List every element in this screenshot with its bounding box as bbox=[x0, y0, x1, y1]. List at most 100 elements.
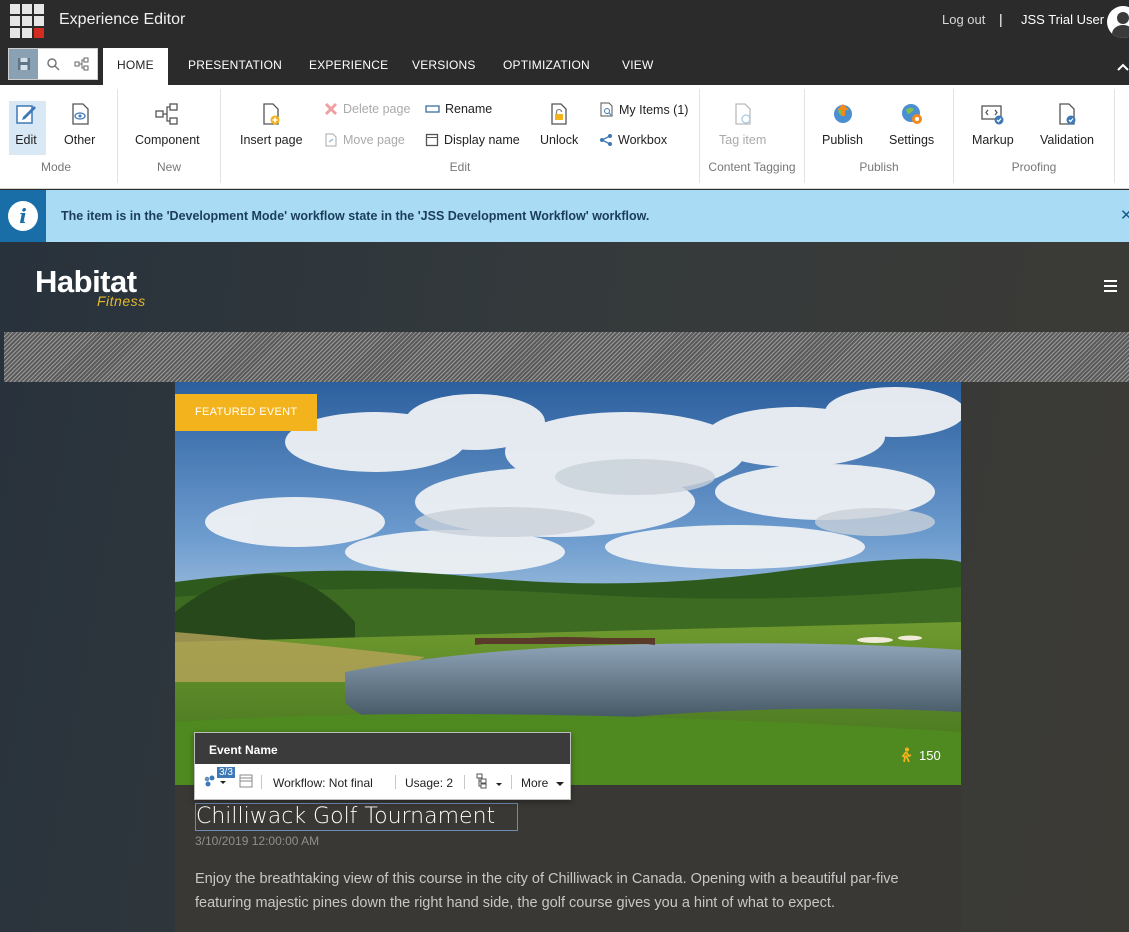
save-icon[interactable] bbox=[9, 49, 39, 79]
usage-count[interactable]: Usage: 2 bbox=[405, 776, 453, 790]
rename-label: Rename bbox=[445, 102, 493, 116]
settings-globe-icon bbox=[899, 101, 925, 127]
toolbar-divider bbox=[511, 775, 512, 789]
site-logo-subtitle: Fitness bbox=[97, 293, 146, 309]
toolbar-divider bbox=[464, 775, 465, 789]
move-page-icon bbox=[325, 133, 337, 147]
other-button[interactable]: Other bbox=[64, 101, 95, 147]
publish-icon bbox=[830, 101, 856, 127]
move-page-button[interactable]: Move page bbox=[324, 133, 405, 147]
chrome-tools: 3/3 Workflow: Not final Usage: 2 More bbox=[195, 764, 570, 800]
other-label: Other bbox=[64, 133, 96, 147]
publish-label: Publish bbox=[822, 133, 863, 147]
display-name-label: Display name bbox=[444, 133, 520, 147]
insert-page-button[interactable]: Insert page bbox=[240, 101, 303, 147]
delete-page-label: Delete page bbox=[343, 102, 411, 116]
ribbon: Edit Other Mode Component New Insert pag… bbox=[0, 85, 1129, 189]
component-icon bbox=[154, 101, 180, 127]
unlock-button[interactable]: Unlock bbox=[540, 101, 578, 147]
layout-icon[interactable] bbox=[239, 774, 253, 791]
markup-icon bbox=[980, 101, 1006, 127]
validation-button[interactable]: Validation bbox=[1040, 101, 1094, 147]
app-title: Experience Editor bbox=[59, 11, 186, 28]
publish-button[interactable]: Publish bbox=[822, 101, 863, 147]
rename-button[interactable]: Rename bbox=[425, 102, 492, 116]
my-items-label: My Items (1) bbox=[619, 102, 689, 117]
chrome-title: Event Name bbox=[195, 733, 570, 764]
empty-placeholder-region[interactable] bbox=[4, 332, 1129, 382]
event-card: FEATURED EVENT 150 Chilliwack Golf Tourn… bbox=[175, 382, 961, 932]
close-icon[interactable]: ✕ bbox=[1120, 206, 1129, 224]
hierarchy-icon[interactable] bbox=[476, 773, 504, 792]
field-chrome-toolbar: Event Name 3/3 Workflow: Not final Usage… bbox=[194, 732, 571, 800]
tab-optimization[interactable]: OPTIMIZATION bbox=[503, 58, 590, 72]
attendee-count: 150 bbox=[899, 747, 941, 763]
tag-item-button[interactable]: Tag item bbox=[719, 101, 766, 147]
tab-home[interactable]: HOME bbox=[103, 48, 168, 85]
tag-item-label: Tag item bbox=[719, 133, 767, 147]
edit-label: Edit bbox=[15, 133, 37, 147]
info-icon: i bbox=[0, 190, 46, 242]
tab-presentation[interactable]: PRESENTATION bbox=[188, 58, 282, 72]
move-page-label: Move page bbox=[343, 133, 405, 147]
runner-icon bbox=[901, 747, 912, 763]
tab-view[interactable]: VIEW bbox=[622, 58, 653, 72]
group-label-publish: Publish bbox=[859, 160, 899, 174]
validation-icon bbox=[1054, 101, 1080, 127]
menu-icon[interactable] bbox=[1104, 280, 1117, 292]
tab-versions[interactable]: VERSIONS bbox=[412, 58, 476, 72]
event-image[interactable]: FEATURED EVENT 150 bbox=[175, 382, 961, 785]
logout-link[interactable]: Log out bbox=[942, 12, 985, 27]
edit-icon bbox=[13, 101, 39, 127]
insert-page-label: Insert page bbox=[240, 133, 303, 147]
display-name-icon bbox=[425, 133, 439, 147]
markup-button[interactable]: Markup bbox=[972, 101, 1014, 147]
group-divider bbox=[1114, 89, 1115, 183]
group-label-edit: Edit bbox=[449, 160, 471, 174]
delete-page-button[interactable]: Delete page bbox=[324, 102, 410, 116]
workbox-label: Workbox bbox=[618, 133, 668, 147]
workbox-button[interactable]: Workbox bbox=[599, 133, 667, 147]
rename-icon bbox=[425, 105, 440, 113]
unlock-label: Unlock bbox=[540, 133, 579, 147]
component-button[interactable]: Component bbox=[135, 101, 200, 147]
toolbar-divider bbox=[261, 775, 262, 789]
more-menu-button[interactable]: More bbox=[521, 776, 564, 790]
my-items-button[interactable]: My Items (1) bbox=[599, 102, 688, 117]
event-date[interactable]: 3/10/2019 12:00:00 AM bbox=[195, 834, 319, 848]
settings-label: Settings bbox=[889, 133, 935, 147]
more-label: More bbox=[521, 776, 549, 790]
header-separator: | bbox=[999, 11, 1003, 27]
chevron-down-icon bbox=[555, 782, 564, 786]
version-badge: 3/3 bbox=[217, 767, 235, 778]
workbox-icon bbox=[600, 134, 612, 146]
tree-icon[interactable] bbox=[68, 49, 97, 79]
workflow-notification-bar: i The item is in the 'Development Mode' … bbox=[0, 190, 1129, 242]
edit-button[interactable]: Edit bbox=[13, 101, 39, 147]
component-label: Component bbox=[135, 133, 200, 147]
validation-label: Validation bbox=[1040, 133, 1094, 147]
app-launcher-icon[interactable] bbox=[10, 4, 44, 38]
top-bar: Experience Editor Log out | JSS Trial Us… bbox=[0, 0, 1129, 44]
event-description[interactable]: Enjoy the breathtaking view of this cour… bbox=[195, 867, 935, 915]
insert-page-icon bbox=[258, 101, 284, 127]
workflow-status[interactable]: Workflow: Not final bbox=[273, 776, 373, 790]
eye-icon bbox=[67, 101, 93, 127]
group-label-mode: Mode bbox=[40, 160, 72, 174]
group-label-proofing: Proofing bbox=[1011, 160, 1057, 174]
user-name[interactable]: JSS Trial User bbox=[1021, 12, 1104, 27]
event-title-field[interactable]: Chilliwack Golf Tournament bbox=[195, 803, 519, 831]
tab-experience[interactable]: EXPERIENCE bbox=[309, 58, 388, 72]
group-label-content-tagging: Content Tagging bbox=[708, 160, 796, 174]
featured-event-badge: FEATURED EVENT bbox=[175, 394, 318, 431]
publish-settings-button[interactable]: Settings bbox=[889, 101, 934, 147]
avatar[interactable] bbox=[1107, 6, 1129, 38]
page-canvas: Habitat Fitness FEATURED EVENT 150 Chill… bbox=[0, 242, 1129, 932]
collapse-ribbon-icon[interactable] bbox=[1117, 58, 1129, 76]
ribbon-tab-row: HOME PRESENTATION EXPERIENCE VERSIONS OP… bbox=[0, 44, 1129, 85]
search-icon[interactable] bbox=[38, 49, 67, 79]
group-label-new: New bbox=[156, 160, 181, 174]
markup-label: Markup bbox=[972, 133, 1014, 147]
display-name-button[interactable]: Display name bbox=[425, 133, 520, 147]
delete-icon bbox=[324, 102, 338, 116]
